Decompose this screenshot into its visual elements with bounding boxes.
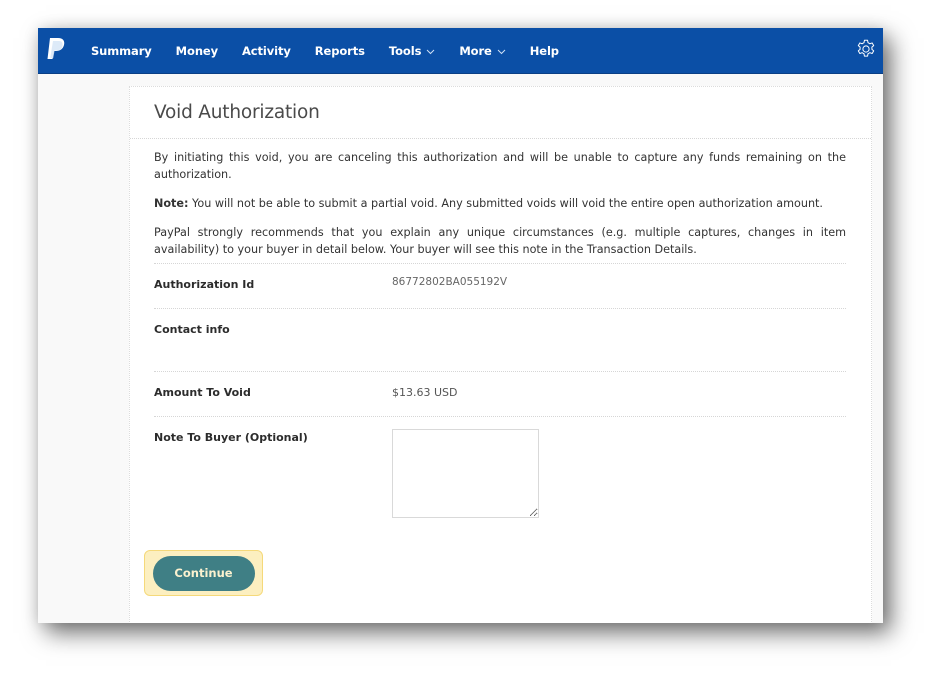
chevron-down-icon [497, 49, 506, 54]
note-to-buyer-label: Note To Buyer (Optional) [154, 431, 308, 444]
top-navbar: Summary Money Activity Reports Tools Mor… [38, 28, 883, 74]
nav-label: Summary [91, 44, 152, 58]
note-text: Note: You will not be able to submit a p… [154, 195, 846, 212]
contact-info-row: Contact info [154, 309, 846, 371]
nav-label: Activity [242, 44, 291, 58]
nav-item-help[interactable]: Help [530, 44, 559, 58]
nav-label: Tools [388, 44, 422, 58]
nav-item-summary[interactable]: Summary [91, 44, 152, 58]
contact-info-label: Contact info [154, 323, 230, 336]
authorization-id-row: Authorization Id 86772802BA055192V [154, 264, 846, 308]
recommendation-text: PayPal strongly recommends that you expl… [154, 226, 846, 256]
intro-text: By initiating this void, you are canceli… [154, 151, 846, 181]
authorization-id-value: 86772802BA055192V [392, 276, 508, 288]
note-body: You will not be able to submit a partial… [188, 197, 823, 210]
page-title: Void Authorization [154, 102, 320, 123]
nav-label: Money [175, 44, 218, 58]
note-to-buyer-textarea[interactable] [392, 429, 539, 518]
amount-label: Amount To Void [154, 386, 251, 399]
gear-icon[interactable] [855, 38, 877, 60]
note-to-buyer-row: Note To Buyer (Optional) [154, 417, 846, 518]
nav-label: Reports [314, 44, 365, 58]
nav-item-more[interactable]: More [459, 44, 506, 58]
amount-value: $13.63 USD [392, 386, 458, 399]
nav-item-tools[interactable]: Tools [389, 44, 435, 58]
note-label: Note: [154, 197, 189, 210]
continue-button-highlight: Continue [144, 550, 263, 596]
nav-label: More [459, 44, 492, 58]
nav-item-money[interactable]: Money [176, 44, 218, 58]
authorization-id-label: Authorization Id [154, 278, 255, 291]
continue-button[interactable]: Continue [152, 555, 255, 591]
nav-menu: Summary Money Activity Reports Tools Mor… [91, 28, 583, 74]
nav-label: Help [529, 44, 559, 58]
amount-row: Amount To Void $13.63 USD [154, 372, 846, 416]
void-authorization-card: Void Authorization By initiating this vo… [129, 86, 872, 623]
card-header: Void Authorization [130, 87, 871, 139]
card-body: By initiating this void, you are canceli… [130, 139, 871, 518]
browser-window: Summary Money Activity Reports Tools Mor… [38, 28, 883, 623]
paypal-logo-icon[interactable] [46, 37, 66, 61]
chevron-down-icon [426, 49, 435, 54]
nav-item-activity[interactable]: Activity [242, 44, 291, 58]
nav-item-reports[interactable]: Reports [315, 44, 365, 58]
